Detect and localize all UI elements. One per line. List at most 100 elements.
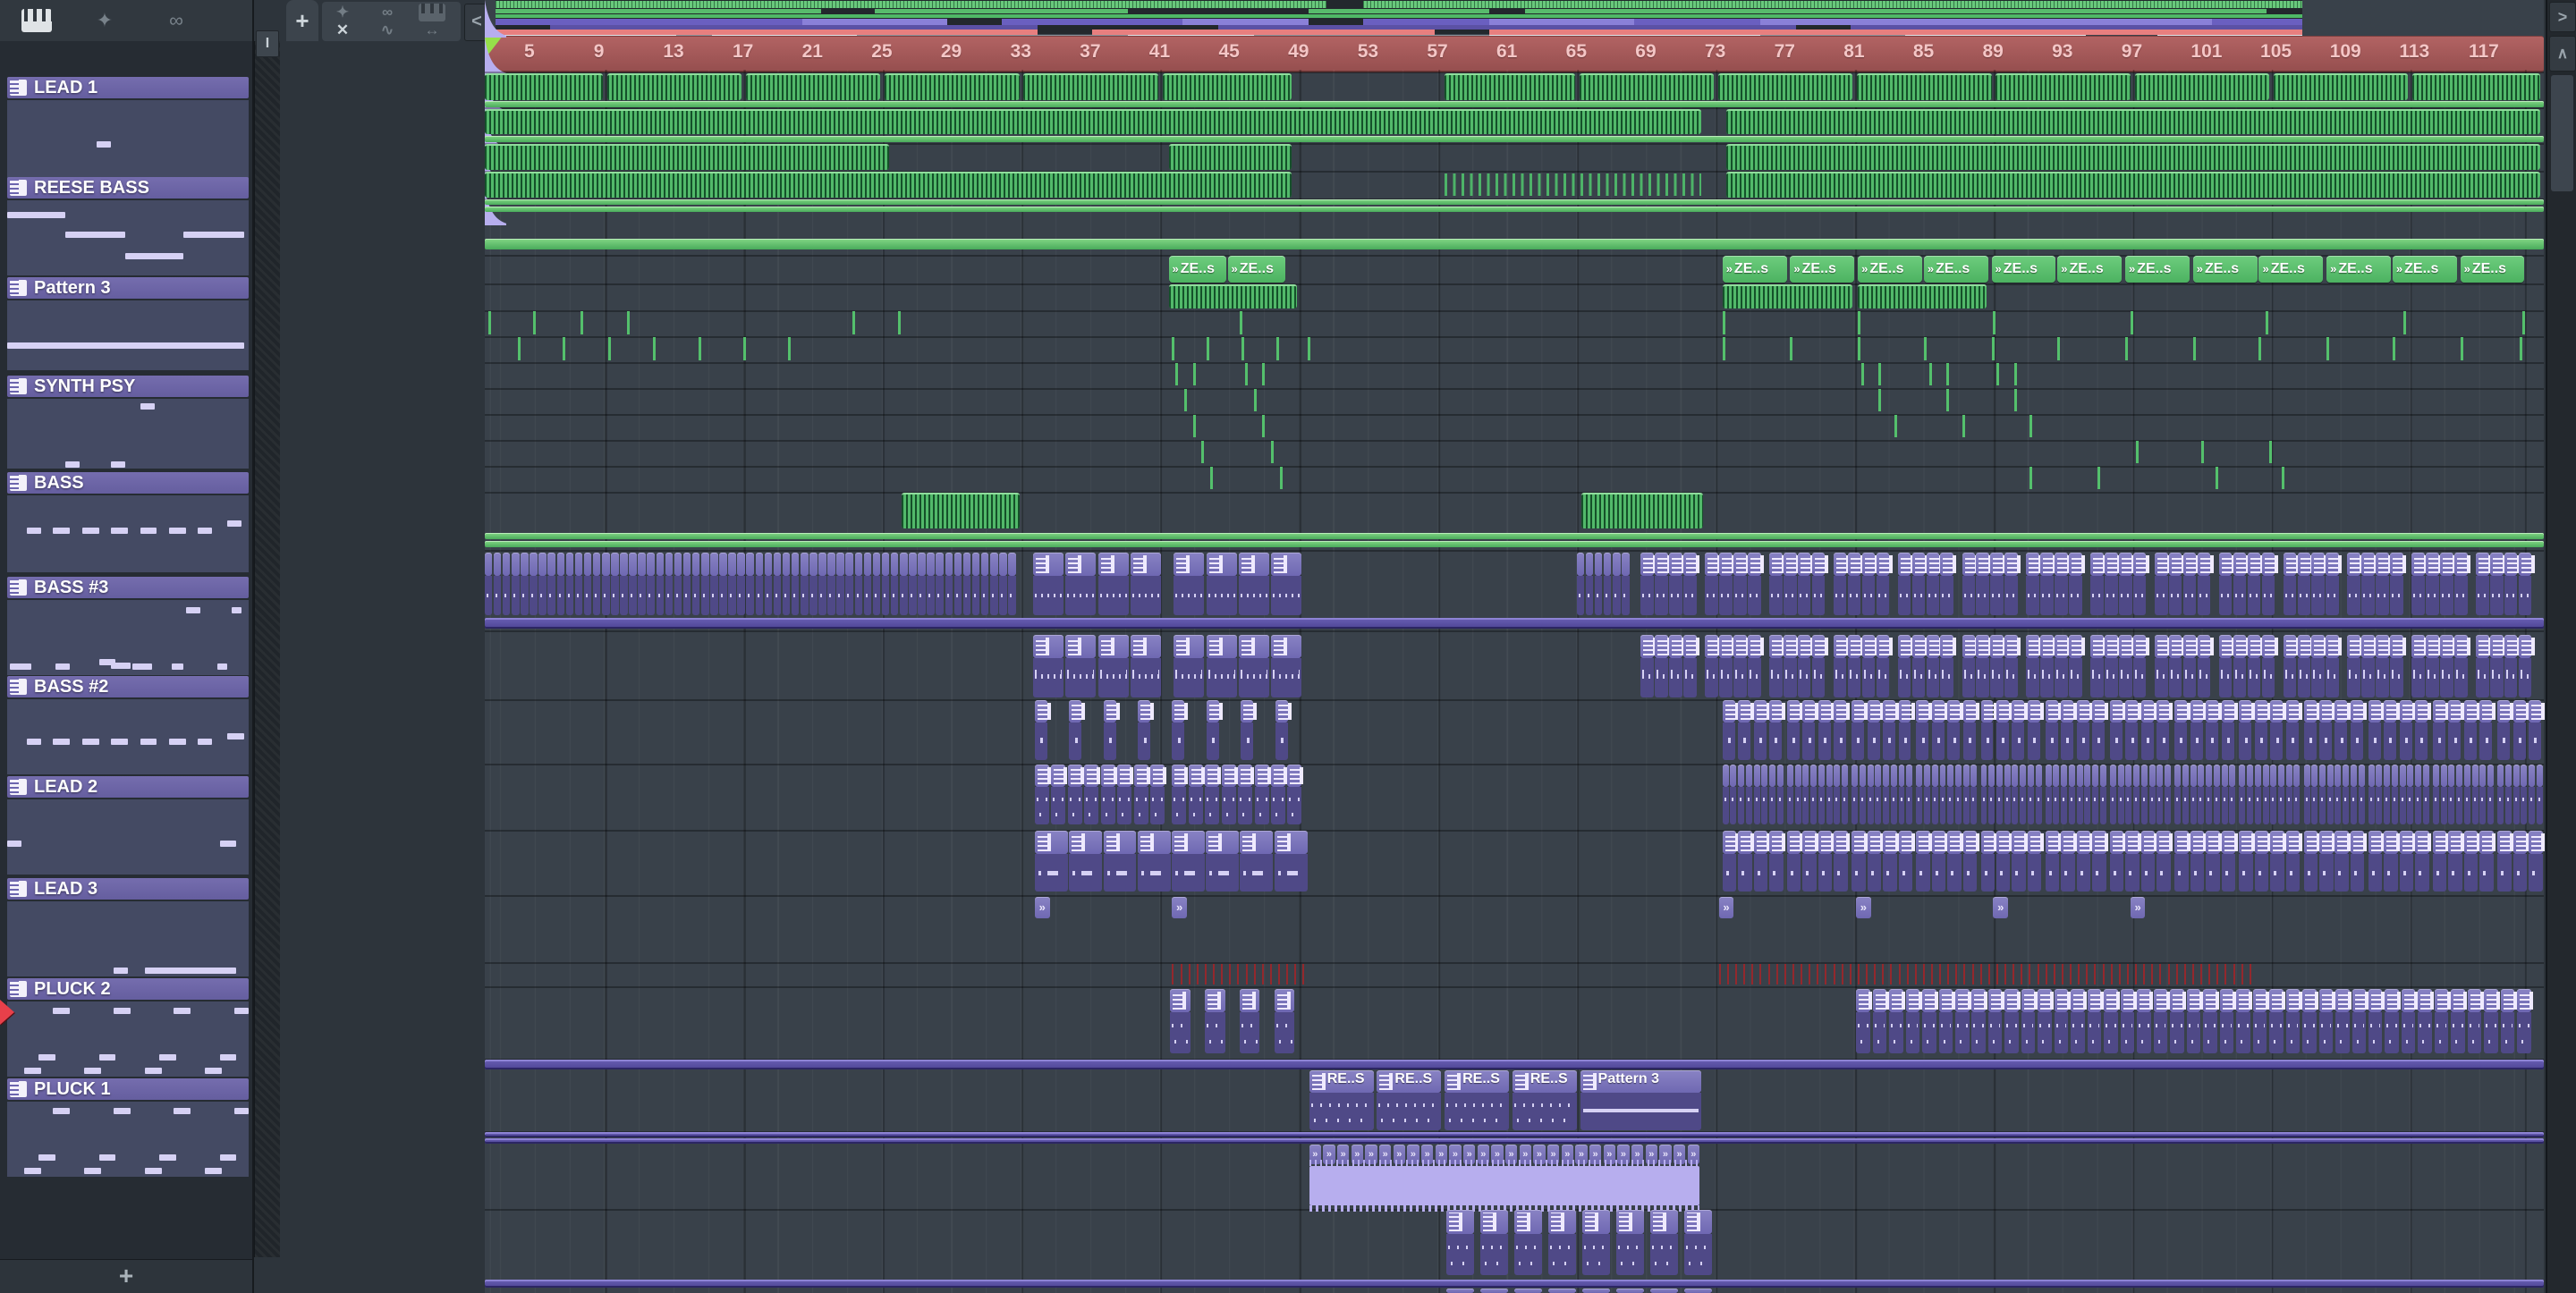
pattern-clip[interactable] [691, 553, 700, 576]
wave-icon[interactable]: ✦ [89, 9, 120, 32]
audio-tick-clip[interactable] [1946, 389, 1950, 411]
pattern-clip-body[interactable] [1875, 787, 1882, 824]
pattern-clip-body[interactable] [2326, 787, 2334, 824]
pattern-clip[interactable] [1926, 553, 1943, 576]
pattern-clip-body[interactable] [2109, 787, 2116, 824]
pattern-clip-body[interactable] [1786, 787, 1793, 824]
pattern-clip-body[interactable] [782, 576, 791, 615]
audio-start-clip[interactable]: » [2130, 897, 2146, 918]
pattern-clip[interactable] [2463, 700, 2480, 723]
pattern-clip[interactable] [1883, 831, 1900, 854]
pattern-clip-body[interactable] [1962, 854, 1978, 892]
pattern-clip-body[interactable] [2334, 723, 2348, 760]
pattern-clip-body[interactable] [1613, 576, 1621, 615]
pattern-clip-body[interactable] [1051, 787, 1066, 824]
pattern-clip-body[interactable] [2358, 787, 2365, 824]
audio-clip[interactable] [485, 73, 603, 100]
audio-tick-clip[interactable] [533, 311, 537, 334]
pattern-preview[interactable] [7, 1102, 249, 1177]
pattern-clip-body[interactable] [2415, 723, 2428, 760]
audio-clip[interactable] [745, 73, 881, 100]
pattern-clip[interactable] [1833, 553, 1850, 576]
pattern-clip[interactable] [1722, 831, 1739, 854]
pattern-clip[interactable] [1947, 765, 1954, 787]
audio-tick-clip[interactable] [2013, 363, 2017, 385]
pattern-clip[interactable] [2092, 700, 2109, 723]
pattern-item-header[interactable]: PLUCK 1 [7, 1078, 249, 1100]
muted-tick-clip[interactable] [2086, 964, 2089, 985]
pattern-clip-body[interactable] [1655, 576, 1668, 615]
pattern-clip-body[interactable] [1916, 723, 1929, 760]
pattern-clip[interactable] [2174, 700, 2191, 723]
pattern-clip-body[interactable] [1976, 658, 1989, 697]
pattern-clip-body[interactable] [1065, 658, 1097, 697]
pattern-clip-body[interactable] [1826, 787, 1833, 824]
pattern-clip[interactable] [2521, 765, 2528, 787]
pattern-clip-body[interactable] [2529, 854, 2543, 892]
add-track-tab[interactable]: + [286, 0, 318, 41]
audio-tick-clip[interactable] [1996, 363, 2000, 385]
pattern-clip-body[interactable] [1650, 1234, 1679, 1275]
pattern-clip-body[interactable] [1990, 576, 2004, 615]
pattern-clip-body[interactable] [2347, 658, 2360, 697]
audio-tick-clip[interactable] [1993, 311, 1996, 334]
audio-tick-clip[interactable] [1262, 415, 1266, 437]
pattern-clip[interactable] [2229, 765, 2236, 787]
pattern-clip-body[interactable] [1748, 658, 1761, 697]
audio-clip[interactable] [485, 144, 889, 170]
pattern-clip-body[interactable] [1188, 787, 1203, 824]
pattern-clip[interactable] [2415, 700, 2432, 723]
pattern-clip-body[interactable] [1847, 658, 1861, 697]
pattern-clip[interactable] [1655, 635, 1672, 658]
pattern-clip[interactable] [2140, 765, 2148, 787]
audio-start-clip[interactable]: » [1993, 897, 2008, 918]
pattern-clip[interactable] [971, 553, 980, 576]
pattern-clip[interactable] [1730, 765, 1737, 787]
pattern-clip[interactable] [755, 553, 764, 576]
pattern-item-header[interactable]: BASS #3 [7, 577, 249, 598]
pattern-clip-body[interactable] [2432, 787, 2439, 824]
pattern-clip-body[interactable] [1170, 1012, 1191, 1053]
pattern-clip[interactable] [863, 553, 872, 576]
pattern-clip[interactable] [2269, 989, 2286, 1012]
pattern-preview[interactable] [7, 399, 249, 469]
pattern-clip[interactable] [493, 553, 502, 576]
pattern-clip[interactable] [1033, 635, 1064, 658]
pattern-clip-body[interactable] [2254, 854, 2269, 892]
pattern-clip-body[interactable] [2261, 658, 2275, 697]
pattern-clip-body[interactable] [2504, 787, 2512, 824]
pattern-clip-body[interactable] [2411, 576, 2425, 615]
pattern-clip[interactable] [1271, 635, 1302, 658]
pattern-clip-body[interactable] [1883, 854, 1897, 892]
pattern-preview[interactable] [7, 200, 249, 275]
muted-tick-clip[interactable] [2167, 964, 2170, 985]
pattern-clip-body[interactable] [1730, 787, 1737, 824]
pattern-clip[interactable] [2407, 765, 2414, 787]
pattern-clip[interactable] [2463, 765, 2470, 787]
pattern-clip-body[interactable] [2190, 787, 2197, 824]
audio-loop-clip[interactable]: » ZE..s [1923, 256, 1988, 283]
pattern-clip[interactable] [2319, 765, 2326, 787]
pattern-clip[interactable] [1988, 765, 1996, 787]
pattern-clip-body[interactable] [2140, 854, 2156, 892]
pattern-clip-body[interactable] [1254, 787, 1269, 824]
automation-strip-clip[interactable] [485, 1132, 2544, 1137]
pattern-clip-body[interactable] [2132, 576, 2147, 615]
pattern-clip-body[interactable] [2390, 576, 2403, 615]
pattern-clip[interactable] [2399, 765, 2406, 787]
pattern-clip[interactable] [2368, 989, 2385, 1012]
pattern-clip[interactable] [1940, 635, 1957, 658]
pattern-clip[interactable] [1818, 765, 1825, 787]
pattern-clip-body[interactable] [1852, 723, 1865, 760]
pattern-clip[interactable] [2376, 765, 2383, 787]
pattern-clip[interactable] [1480, 1289, 1509, 1293]
pattern-clip[interactable] [1940, 553, 1957, 576]
pattern-clip[interactable] [2206, 700, 2223, 723]
pattern-clip-body[interactable] [1931, 723, 1945, 760]
audio-clip[interactable] [901, 493, 1020, 528]
pattern-clip-body[interactable] [2285, 1012, 2301, 1053]
pattern-clip[interactable] [1947, 700, 1964, 723]
muted-tick-clip[interactable] [1931, 964, 1933, 985]
pattern-clip-body[interactable] [1852, 787, 1859, 824]
pattern-clip[interactable] [2451, 989, 2468, 1012]
